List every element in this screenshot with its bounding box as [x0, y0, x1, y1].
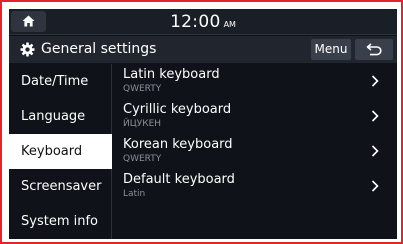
- list-item-title: Korean keyboard: [123, 137, 233, 152]
- chevron-right-icon: [371, 145, 379, 157]
- list-item-korean-keyboard[interactable]: Korean keyboard QWERTY: [113, 134, 397, 169]
- list-item-value: ЙЦУКЕН: [123, 119, 162, 129]
- back-button[interactable]: [355, 39, 393, 60]
- clock-time: 12:00: [170, 12, 221, 32]
- chevron-right-icon: [371, 180, 379, 192]
- list-item-value: QWERTY: [123, 154, 162, 164]
- list-item-default-keyboard[interactable]: Default keyboard Latin: [113, 169, 397, 204]
- list-item-value: Latin: [123, 189, 146, 199]
- clock: 12:00 AM: [9, 11, 397, 36]
- sidebar-item-keyboard[interactable]: Keyboard: [9, 134, 112, 169]
- sidebar-item-label: System info: [21, 214, 98, 229]
- status-bar: 12:00 AM: [9, 9, 397, 35]
- sidebar-item-screensaver[interactable]: Screensaver: [9, 169, 112, 204]
- clock-ampm: AM: [223, 20, 236, 29]
- sidebar-item-system-info[interactable]: System info: [9, 204, 112, 239]
- list-item-title: Latin keyboard: [123, 67, 220, 82]
- sidebar-item-label: Keyboard: [21, 144, 83, 159]
- chevron-right-icon: [371, 75, 379, 87]
- head-unit-screen: 12:00 AM General settings Menu Date/Time…: [9, 9, 397, 239]
- page-title: General settings: [41, 41, 157, 57]
- list-item-latin-keyboard[interactable]: Latin keyboard QWERTY: [113, 64, 397, 99]
- title-bar: General settings Menu: [9, 36, 397, 63]
- keyboard-settings-list: Latin keyboard QWERTY Cyrillic keyboard …: [113, 64, 397, 239]
- list-item-title: Cyrillic keyboard: [123, 102, 232, 117]
- settings-sidebar: Date/Time Language Keyboard Screensaver …: [9, 64, 112, 239]
- sidebar-item-language[interactable]: Language: [9, 99, 112, 134]
- gear-icon: [20, 42, 35, 57]
- sidebar-item-date-time[interactable]: Date/Time: [9, 64, 112, 99]
- list-item-value: QWERTY: [123, 84, 162, 94]
- sidebar-item-label: Screensaver: [21, 179, 102, 194]
- sidebar-item-label: Language: [21, 109, 86, 124]
- list-item-cyrillic-keyboard[interactable]: Cyrillic keyboard ЙЦУКЕН: [113, 99, 397, 134]
- menu-button[interactable]: Menu: [311, 39, 351, 60]
- screenshot-frame: 12:00 AM General settings Menu Date/Time…: [0, 0, 403, 244]
- chevron-right-icon: [371, 110, 379, 122]
- list-item-title: Default keyboard: [123, 172, 235, 187]
- sidebar-item-label: Date/Time: [21, 74, 89, 89]
- back-arrow-icon: [366, 43, 382, 56]
